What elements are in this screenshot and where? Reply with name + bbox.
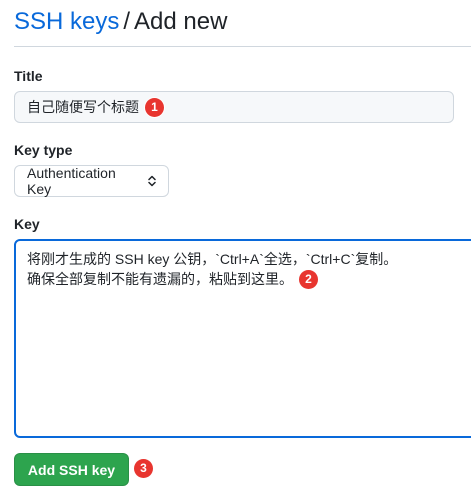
key-label: Key [14, 216, 40, 232]
page-title: Add new [134, 8, 228, 35]
select-arrows-icon [148, 175, 156, 187]
key-type-select[interactable]: Authentication Key [14, 165, 169, 197]
key-textarea-line-2-row: 确保全部复制不能有遗漏的，粘贴到这里。 2 [27, 269, 471, 289]
step-marker-2: 2 [299, 269, 318, 289]
key-type-label: Key type [14, 142, 73, 158]
key-textarea[interactable]: 将刚才生成的 SSH key 公钥，`Ctrl+A`全选，`Ctrl+C`复制。… [14, 239, 471, 438]
title-input[interactable]: 自己随便写个标题 1 [14, 91, 454, 123]
header-divider [14, 46, 471, 47]
title-label: Title [14, 68, 43, 84]
step-marker-1: 1 [145, 97, 164, 117]
breadcrumb-separator: / [123, 8, 131, 35]
key-textarea-line-2: 确保全部复制不能有遗漏的，粘贴到这里。 [27, 271, 293, 287]
title-input-value: 自己随便写个标题 [27, 99, 139, 115]
add-ssh-key-button[interactable]: Add SSH key [14, 453, 129, 486]
breadcrumb: SSH keys / Add new [14, 6, 227, 38]
step-marker-3: 3 [134, 459, 153, 478]
breadcrumb-ssh-keys-link[interactable]: SSH keys [14, 8, 119, 35]
add-ssh-key-page: SSH keys / Add new Title 自己随便写个标题 1 Key ty… [0, 0, 471, 503]
key-textarea-line-1: 将刚才生成的 SSH key 公钥，`Ctrl+A`全选，`Ctrl+C`复制。 [27, 251, 398, 267]
key-type-selected-value: Authentication Key [27, 165, 116, 197]
